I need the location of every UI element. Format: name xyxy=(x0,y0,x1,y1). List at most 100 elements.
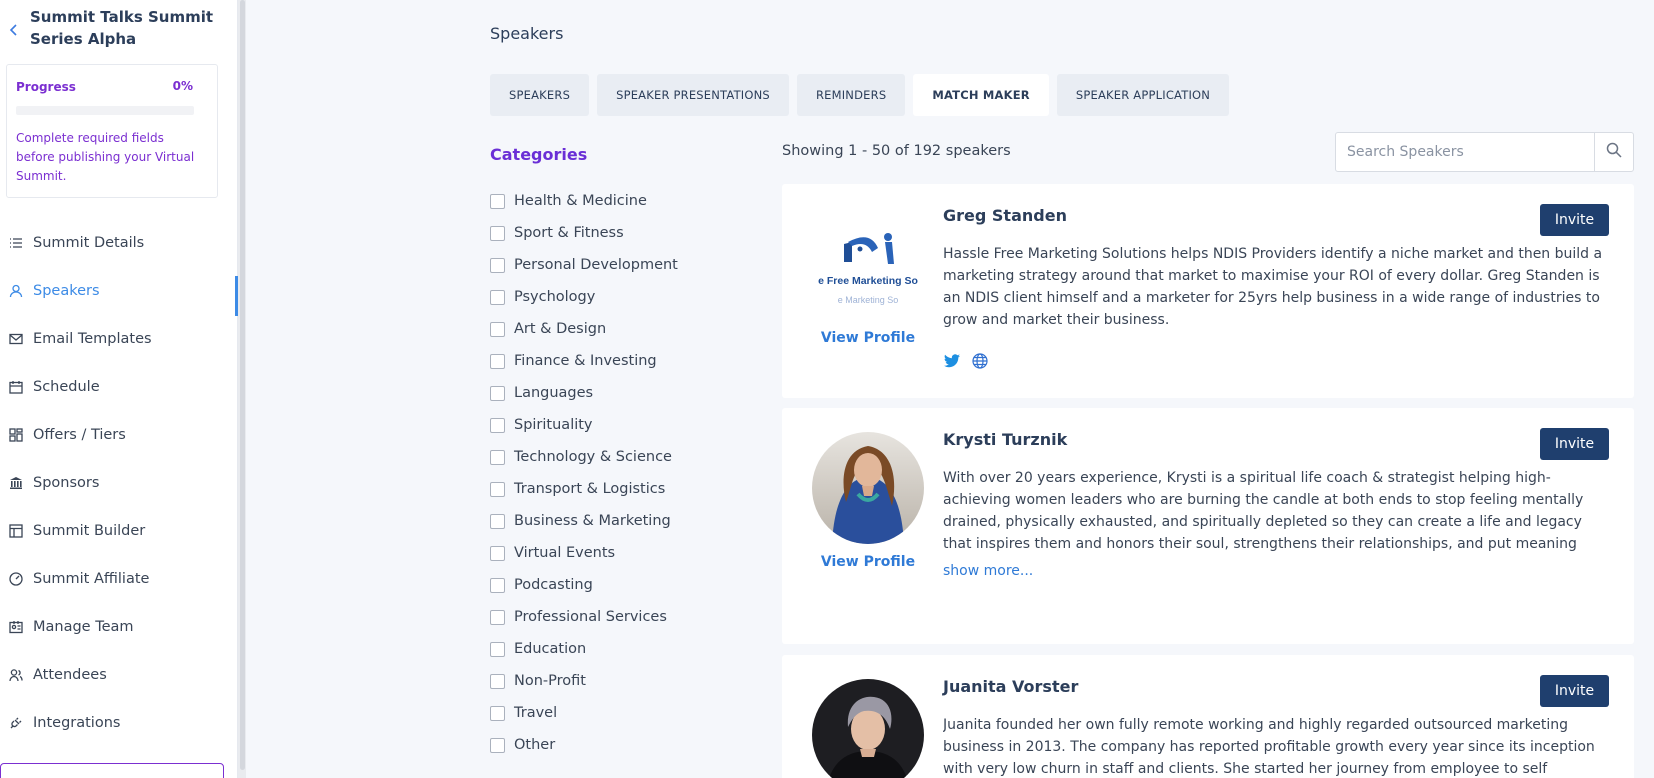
invite-button[interactable]: Invite xyxy=(1540,428,1609,460)
sidebar-item-email-templates[interactable]: Email Templates xyxy=(0,315,238,363)
globe-icon[interactable] xyxy=(971,352,989,370)
summit-title: Summit Talks Summit Series Alpha xyxy=(30,8,214,48)
preview-button[interactable] xyxy=(0,763,224,778)
category-item: Spirituality xyxy=(490,409,678,441)
progress-card: Progress 0% Complete required fields bef… xyxy=(6,64,218,198)
category-checkbox[interactable] xyxy=(490,321,505,337)
sidebar-item-summit-details[interactable]: Summit Details xyxy=(0,219,238,267)
tab-reminders[interactable]: REMINDERS xyxy=(796,74,906,116)
category-checkbox[interactable] xyxy=(490,289,505,305)
category-label: Sport & Fitness xyxy=(514,225,624,241)
grid-icon xyxy=(9,428,23,442)
sidebar-item-schedule[interactable]: Schedule xyxy=(0,363,238,411)
category-item: Business & Marketing xyxy=(490,505,678,537)
category-checkbox[interactable] xyxy=(490,353,505,369)
tab-match-maker[interactable]: MATCH MAKER xyxy=(913,74,1049,116)
sidebar-item-speakers[interactable]: Speakers xyxy=(0,267,238,316)
sidebar-item-label: Integrations xyxy=(33,715,121,731)
speaker-name: Krysti Turznik xyxy=(943,430,1068,449)
sidebar-item-label: Schedule xyxy=(33,379,100,395)
show-more-link[interactable]: show more... xyxy=(943,563,1033,579)
category-item: Other xyxy=(490,729,678,761)
category-checkbox[interactable] xyxy=(490,705,505,721)
category-checkbox[interactable] xyxy=(490,513,505,529)
view-profile-link[interactable]: View Profile xyxy=(782,330,954,346)
speaker-card: View Profile Krysti Turznik With over 20… xyxy=(782,408,1634,644)
category-label: Spirituality xyxy=(514,417,593,433)
tab-speaker-presentations[interactable]: SPEAKER PRESENTATIONS xyxy=(597,74,789,116)
category-item: Technology & Science xyxy=(490,441,678,473)
category-label: Professional Services xyxy=(514,609,667,625)
category-checkbox[interactable] xyxy=(490,449,505,465)
category-checkbox[interactable] xyxy=(490,737,505,753)
results-count: Showing 1 - 50 of 192 speakers xyxy=(782,143,1011,159)
category-checkbox[interactable] xyxy=(490,417,505,433)
progress-percent: 0% xyxy=(172,79,193,93)
sidebar-item-summit-builder[interactable]: Summit Builder xyxy=(0,507,238,555)
bank-icon xyxy=(9,476,23,490)
category-label: Education xyxy=(514,641,587,657)
speaker-card: e Free Marketing So e Marketing So View … xyxy=(782,184,1634,398)
category-label: Business & Marketing xyxy=(514,513,671,529)
sidebar-nav: Summit Details Speakers Email Templates … xyxy=(0,219,238,747)
view-profile-link[interactable]: View Profile xyxy=(782,554,954,570)
category-checkbox[interactable] xyxy=(490,641,505,657)
back-chevron-icon[interactable] xyxy=(6,22,22,38)
category-checkbox[interactable] xyxy=(490,225,505,241)
sidebar-item-label: Attendees xyxy=(33,667,107,683)
speaker-avatar xyxy=(812,679,924,778)
sidebar-item-label: Manage Team xyxy=(33,619,134,635)
tab-speaker-application[interactable]: SPEAKER APPLICATION xyxy=(1056,74,1230,116)
sidebar-item-label: Email Templates xyxy=(33,331,152,347)
sidebar-item-attendees[interactable]: Attendees xyxy=(0,651,238,699)
speaker-card: Juanita Vorster Juanita founded her own … xyxy=(782,655,1634,778)
category-label: Art & Design xyxy=(514,321,607,337)
category-label: Non-Profit xyxy=(514,673,586,689)
category-label: Travel xyxy=(514,705,558,721)
search-button[interactable] xyxy=(1594,133,1633,171)
category-label: Finance & Investing xyxy=(514,353,657,369)
category-label: Virtual Events xyxy=(514,545,616,561)
sidebar-item-label: Sponsors xyxy=(33,475,100,491)
progress-note: Complete required fields before publishi… xyxy=(16,131,195,183)
speaker-logo: e Free Marketing So e Marketing So xyxy=(812,208,924,320)
category-label: Personal Development xyxy=(514,257,678,273)
id-card-icon xyxy=(9,620,23,634)
search-box xyxy=(1335,132,1634,172)
category-item: Professional Services xyxy=(490,601,678,633)
category-checkbox[interactable] xyxy=(490,257,505,273)
tab-speakers[interactable]: SPEAKERS xyxy=(490,74,590,116)
category-item: Finance & Investing xyxy=(490,345,678,377)
logo-text: e Free Marketing So xyxy=(818,275,918,287)
speaker-name: Greg Standen xyxy=(943,206,1067,225)
search-input[interactable] xyxy=(1336,133,1594,171)
sidebar-item-integrations[interactable]: Integrations xyxy=(0,699,238,747)
sidebar-item-manage-team[interactable]: Manage Team xyxy=(0,603,238,651)
sidebar-item-label: Summit Builder xyxy=(33,523,146,539)
speaker-name: Juanita Vorster xyxy=(943,677,1079,696)
category-label: Podcasting xyxy=(514,577,593,593)
search-icon xyxy=(1606,142,1622,162)
speaker-bio: With over 20 years experience, Krysti is… xyxy=(943,470,1584,552)
sidebar-item-label: Speakers xyxy=(33,283,100,299)
category-item: Languages xyxy=(490,377,678,409)
category-checkbox[interactable] xyxy=(490,609,505,625)
category-checkbox[interactable] xyxy=(490,577,505,593)
category-item: Personal Development xyxy=(490,249,678,281)
invite-button[interactable]: Invite xyxy=(1540,204,1609,236)
category-checkbox[interactable] xyxy=(490,481,505,497)
sidebar-item-sponsors[interactable]: Sponsors xyxy=(0,459,238,507)
sidebar-scrollbar-thumb[interactable] xyxy=(240,0,245,770)
sidebar-item-summit-affiliate[interactable]: Summit Affiliate xyxy=(0,555,238,603)
category-checkbox[interactable] xyxy=(490,193,505,209)
category-checkbox[interactable] xyxy=(490,673,505,689)
sidebar-item-offers-tiers[interactable]: Offers / Tiers xyxy=(0,411,238,459)
twitter-icon[interactable] xyxy=(943,352,961,370)
category-item: Podcasting xyxy=(490,569,678,601)
progress-bar xyxy=(16,106,194,115)
category-checkbox[interactable] xyxy=(490,545,505,561)
category-checkbox[interactable] xyxy=(490,385,505,401)
invite-button[interactable]: Invite xyxy=(1540,675,1609,707)
category-item: Art & Design xyxy=(490,313,678,345)
category-label: Other xyxy=(514,737,556,753)
